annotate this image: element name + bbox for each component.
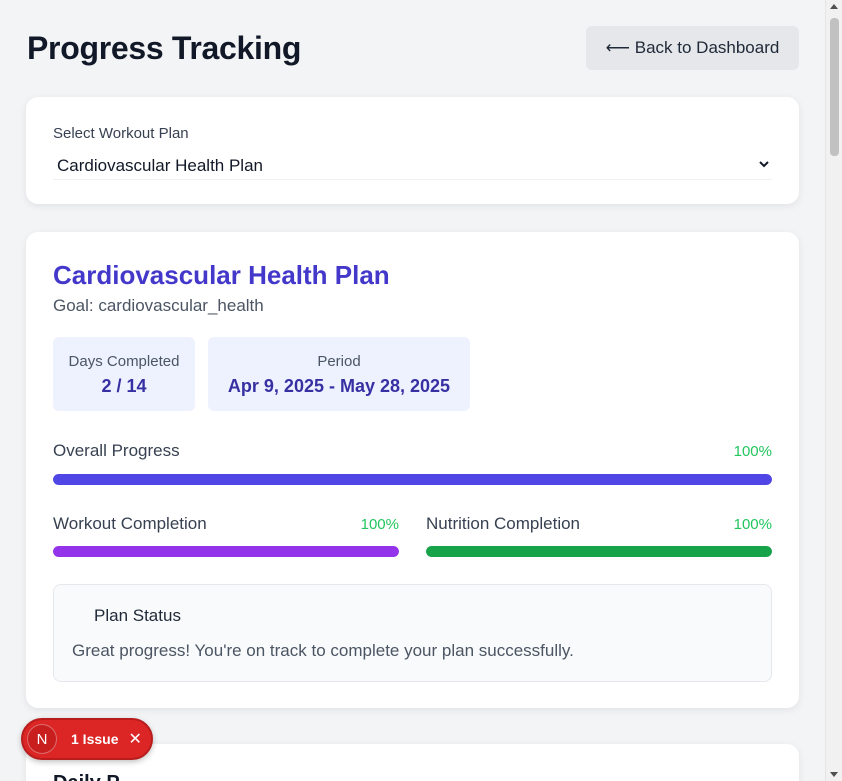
nutrition-completion-label: Nutrition Completion (426, 514, 581, 533)
plan-title: Cardiovascular Health Plan (53, 260, 390, 290)
period-value: Apr 9, 2025 - May 28, 2025 (227, 376, 451, 396)
n-logo-icon: N (27, 724, 57, 754)
days-completed-label: Days Completed (68, 353, 180, 370)
scroll-up-arrow-icon[interactable] (830, 4, 838, 9)
overall-progress-percent: 100% (733, 443, 772, 460)
plan-status-title: Plan Status (94, 606, 181, 625)
nutrition-completion-bar (426, 546, 772, 557)
plan-status-text: Great progress! You're on track to compl… (72, 641, 574, 660)
back-to-dashboard-button[interactable]: ⟵ Back to Dashboard (586, 26, 799, 70)
scroll-down-arrow-icon[interactable] (830, 772, 838, 777)
select-label: Select Workout Plan (53, 125, 189, 142)
header: Progress Tracking ⟵ Back to Dashboard (26, 0, 799, 97)
overall-progress-fill (53, 474, 772, 485)
workout-plan-select[interactable]: Cardiovascular Health Plan (53, 152, 772, 180)
nutrition-completion-fill (426, 546, 772, 557)
workout-completion-percent: 100% (360, 516, 399, 533)
issues-badge[interactable]: N 1 Issue ✕ (21, 718, 153, 760)
page-title: Progress Tracking (27, 30, 302, 66)
daily-progress-title: Daily P (53, 772, 120, 781)
nutrition-completion-percent: 100% (733, 516, 772, 533)
plan-goal: Goal: cardiovascular_health (53, 296, 264, 315)
close-icon[interactable]: ✕ (128, 729, 141, 749)
period-box: Period Apr 9, 2025 - May 28, 2025 (208, 337, 470, 411)
days-completed-box: Days Completed 2 / 14 (53, 337, 195, 411)
workout-completion-bar (53, 546, 399, 557)
overall-progress-label: Overall Progress (53, 441, 180, 460)
workout-completion-label: Workout Completion (53, 514, 207, 533)
issue-count-label: 1 Issue (71, 731, 119, 747)
select-value: Cardiovascular Health Plan (57, 155, 263, 175)
page: Progress Tracking ⟵ Back to Dashboard Se… (26, 0, 799, 781)
days-completed-value: 2 / 14 (101, 376, 147, 396)
overall-progress-bar (53, 474, 772, 485)
period-label: Period (317, 353, 361, 370)
workout-completion-fill (53, 546, 399, 557)
vertical-scrollbar[interactable] (825, 0, 842, 781)
plan-details-card: Cardiovascular Health Plan Goal: cardiov… (26, 232, 799, 708)
scrollbar-thumb[interactable] (830, 18, 839, 156)
plan-select-card: Select Workout Plan Cardiovascular Healt… (26, 97, 799, 204)
plan-status-box: Plan Status Great progress! You're on tr… (53, 584, 772, 682)
chevron-down-icon (758, 157, 770, 173)
